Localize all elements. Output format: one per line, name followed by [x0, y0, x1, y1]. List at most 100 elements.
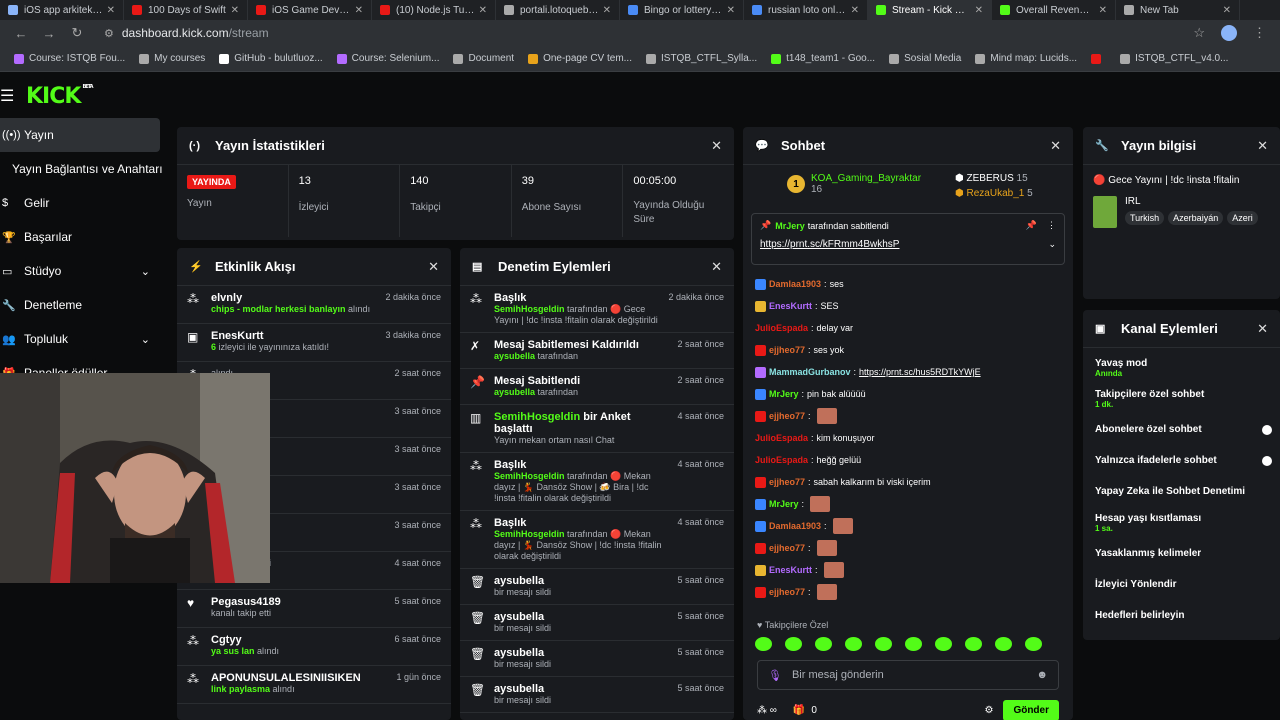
emote-picker-icon[interactable] [965, 637, 982, 651]
browser-tab[interactable]: portali.lotoquebec... ✕ [496, 0, 620, 20]
bookmark-item[interactable]: Sosial Media [889, 53, 961, 64]
site-info-icon[interactable]: ⚙ [104, 27, 114, 40]
chat-username[interactable]: ejjheo77 [769, 543, 805, 553]
bookmark-item[interactable]: ISTQB_CTFL_Sylla... [646, 53, 757, 64]
category-name[interactable]: IRL [1125, 196, 1258, 207]
tag-chip[interactable]: Azerbaiyán [1168, 211, 1224, 225]
chat-username[interactable]: MrJery [769, 499, 799, 509]
sidebar-item[interactable]: $ Gelir [0, 186, 166, 220]
leaderboard-user-3[interactable]: RezaUkab_1 [967, 188, 1025, 199]
chat-username[interactable]: MrJery [769, 389, 799, 399]
emote-picker-icon[interactable] [845, 637, 862, 651]
mod-action-title-user[interactable]: SemihHosgeldin [494, 411, 580, 423]
activity-username[interactable]: APONUNSULALESINIISIKEN [211, 672, 390, 684]
mod-action-detail-user[interactable]: aysubella [494, 387, 535, 397]
emote-picker-icon[interactable] [995, 637, 1012, 651]
chat-username[interactable]: MammadGurbanov [769, 367, 851, 377]
bookmark-item[interactable]: t148_team1 - Goo... [771, 53, 875, 64]
url-field[interactable]: ⚙ dashboard.kick.com/stream [104, 23, 1193, 43]
channel-action-row[interactable]: Yalnızca ifadelerle sohbet [1083, 445, 1280, 476]
bookmark-item[interactable]: GitHub - bulutluoz... [219, 53, 323, 64]
tab-close-icon[interactable]: ✕ [975, 5, 983, 16]
bookmark-item[interactable]: My courses [139, 53, 205, 64]
sidebar-item[interactable]: 🔧 Denetleme [0, 288, 166, 322]
unpin-icon[interactable]: 📌 [1026, 220, 1037, 231]
sidebar-item[interactable]: ▭ Stüdyo ⌄ [0, 254, 166, 288]
mod-action-detail-user[interactable]: SemihHosgeldin [494, 304, 565, 314]
forward-icon[interactable]: → [42, 26, 56, 41]
chat-username[interactable]: EnesKurtt [769, 301, 812, 311]
tab-close-icon[interactable]: ✕ [727, 5, 735, 16]
chat-username[interactable]: ejjheo77 [769, 345, 805, 355]
channel-action-row[interactable]: Hesap yaşı kısıtlaması 1 sa. [1083, 507, 1280, 538]
mod-action-detail-user[interactable]: SemihHosgeldin [494, 471, 565, 481]
activity-username[interactable]: Cgtyy [211, 634, 388, 646]
sidebar-item[interactable]: 🏆 Başarılar [0, 220, 166, 254]
mod-action-detail-user[interactable]: SemihHosgeldin [494, 529, 565, 539]
bookmark-item[interactable]: Course: Selenium... [336, 53, 439, 64]
settings-gear-icon[interactable]: ⚙ [984, 705, 993, 716]
emote-picker-icon[interactable] [815, 637, 832, 651]
chat-username[interactable]: Damlaa1903 [769, 279, 821, 289]
leaderboard-user-2[interactable]: ZEBERUS [967, 173, 1014, 184]
tab-close-icon[interactable]: ✕ [355, 5, 363, 16]
channel-action-row[interactable]: Hedefleri belirleyin [1083, 600, 1280, 631]
browser-tab[interactable]: iOS Game Develo... ✕ [248, 0, 372, 20]
close-icon[interactable]: ✕ [428, 259, 439, 275]
gift-icon[interactable]: 🎁 [793, 705, 805, 716]
leaderboard-user-1[interactable]: KOA_Gaming_Bayraktar [811, 173, 921, 184]
toggle-switch[interactable] [1262, 424, 1272, 435]
more-icon[interactable]: ⋮ [1047, 220, 1056, 231]
tab-close-icon[interactable]: ✕ [603, 5, 611, 16]
browser-tab[interactable]: iOS app arkitektur ✕ [0, 0, 124, 20]
chevron-down-icon[interactable]: ⌄ [141, 333, 150, 346]
channel-action-row[interactable]: Yavaş mod Anında [1083, 352, 1280, 383]
emote-picker-icon[interactable] [755, 637, 772, 651]
back-icon[interactable]: ← [14, 26, 28, 41]
close-icon[interactable]: ✕ [1257, 321, 1268, 337]
sidebar-item[interactable]: 👥 Topluluk ⌄ [0, 322, 166, 356]
menu-icon[interactable]: ⋮ [1253, 25, 1266, 41]
browser-tab[interactable]: 100 Days of Swift ✕ [124, 0, 248, 20]
points-icon[interactable]: ⁂ ∞ [757, 705, 777, 716]
chat-text[interactable]: https://prnt.sc/hus5RDTkYWjE [859, 367, 981, 377]
close-icon[interactable]: ✕ [1050, 138, 1061, 154]
browser-tab[interactable]: (10) Node.js Tuto... ✕ [372, 0, 496, 20]
emote-picker-icon[interactable] [875, 637, 892, 651]
browser-tab[interactable]: Overall Revenue ... ✕ [992, 0, 1116, 20]
browser-tab[interactable]: russian loto onlin... ✕ [744, 0, 868, 20]
close-icon[interactable]: ✕ [1257, 138, 1268, 154]
send-button[interactable]: Gönder [1003, 699, 1059, 720]
chat-username[interactable]: JulioEspada [755, 433, 808, 443]
chat-username[interactable]: ejjheo77 [769, 477, 805, 487]
tab-close-icon[interactable]: ✕ [1099, 5, 1107, 16]
channel-action-row[interactable]: Takipçilere özel sohbet 1 dk. [1083, 383, 1280, 414]
sidebar-item[interactable]: ((•)) Yayın [0, 118, 160, 152]
channel-action-row[interactable]: Abonelere özel sohbet [1083, 414, 1280, 445]
tab-close-icon[interactable]: ✕ [1223, 5, 1231, 16]
sidebar-item[interactable]: Yayın Bağlantısı ve Anahtarı [0, 152, 166, 186]
bookmark-star-icon[interactable]: ☆ [1193, 25, 1205, 41]
bookmark-item[interactable] [1091, 53, 1106, 64]
channel-action-row[interactable]: Yasaklanmış kelimeler [1083, 538, 1280, 569]
chat-username[interactable]: ejjheo77 [769, 587, 805, 597]
bookmark-item[interactable]: Mind map: Lucids... [975, 53, 1077, 64]
emoji-icon[interactable]: ☻ [1036, 669, 1048, 681]
reload-icon[interactable]: ↻ [70, 25, 84, 41]
tab-close-icon[interactable]: ✕ [479, 5, 487, 16]
chevron-down-icon[interactable]: ⌄ [141, 265, 150, 278]
chat-username[interactable]: ejjheo77 [769, 411, 805, 421]
channel-action-row[interactable]: İzleyici Yönlendir [1083, 569, 1280, 600]
chat-username[interactable]: Damlaa1903 [769, 521, 821, 531]
kick-logo[interactable]: KICK BETA [26, 84, 94, 109]
chat-username[interactable]: JulioEspada [755, 455, 808, 465]
toggle-switch[interactable] [1262, 455, 1272, 466]
browser-tab[interactable]: Bingo or lottery g... ✕ [620, 0, 744, 20]
profile-avatar[interactable] [1221, 25, 1237, 41]
chat-username[interactable]: JulioEspada [755, 323, 808, 333]
hamburger-menu-icon[interactable]: ☰ [0, 86, 14, 106]
pinned-link[interactable]: https://prnt.sc/kFRmm4BwkhsP [760, 239, 899, 250]
microphone-icon[interactable]: 🎙 [768, 669, 782, 682]
tag-chip[interactable]: Azeri [1227, 211, 1258, 225]
tab-close-icon[interactable]: ✕ [231, 5, 239, 16]
